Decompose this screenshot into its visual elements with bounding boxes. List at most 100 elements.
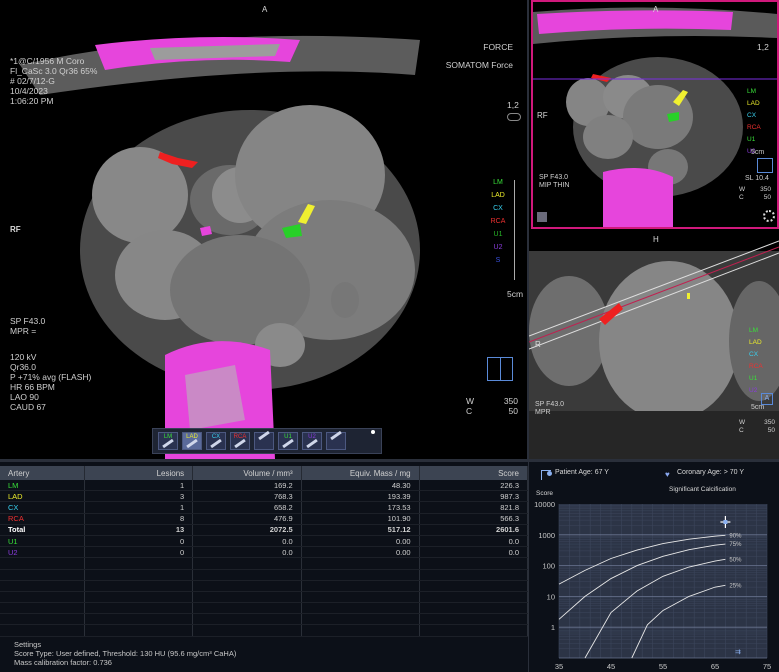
cell-volume: 2072.5 xyxy=(192,524,302,536)
cell-volume: 768.3 xyxy=(192,490,302,503)
lao-angle: LAO 90 xyxy=(10,392,39,402)
cell-volume xyxy=(192,580,302,592)
cell-mass: 193.39 xyxy=(301,490,420,503)
legend-u1: U1 xyxy=(493,231,503,238)
table-row[interactable]: CX 1 658.2 173.53 821.8 xyxy=(0,501,529,514)
cell-score: 566.3 xyxy=(419,513,529,525)
phase: P +71% avg (FLASH) xyxy=(10,372,92,382)
toolbar-button-label: RCA xyxy=(233,434,247,440)
table-row[interactable] xyxy=(0,557,529,570)
cell-mass xyxy=(301,569,420,581)
patient-info-overlay: *1@C/1956 M Coro Fl_CaSc 3.0 Qr36 65% # … xyxy=(10,56,97,106)
table-row[interactable] xyxy=(0,591,529,604)
table-row[interactable]: Total 13 2072.5 517.12 2601.6 xyxy=(0,524,529,536)
series-description: Fl_CaSc 3.0 Qr36 65% xyxy=(10,66,98,76)
cell-volume xyxy=(192,624,302,637)
toolbar-pin-icon[interactable] xyxy=(371,430,375,434)
tr-cube-icon[interactable] xyxy=(537,212,547,222)
y-tick-label: 1000 xyxy=(538,531,555,540)
reconstruction-type: MPR = xyxy=(10,326,37,336)
cell-mass: 48.30 xyxy=(301,480,420,492)
cell-score xyxy=(419,591,529,604)
cell-artery xyxy=(0,602,85,615)
orientation-top: A xyxy=(262,5,268,14)
toolbar-button-lm[interactable]: LM xyxy=(158,432,178,450)
table-row[interactable] xyxy=(0,624,529,637)
toolbar-button-tool-4[interactable] xyxy=(254,430,274,450)
col-volume[interactable]: Volume / mm³ xyxy=(192,466,302,480)
toolbar-button-tool-7[interactable] xyxy=(326,430,346,450)
orientation-cube-icon[interactable] xyxy=(487,357,513,381)
table-row[interactable] xyxy=(0,602,529,615)
tr-orientation-left: RF xyxy=(537,111,548,120)
window-level: W 350 C 50 xyxy=(466,396,518,416)
cell-lesions xyxy=(84,613,194,626)
toolbar-button-label: CX xyxy=(211,434,221,440)
table-row[interactable]: U2 0 0.0 0.00 0.0 xyxy=(0,546,529,559)
x-tick-label: 75 xyxy=(763,662,771,671)
toolbar-button-lad[interactable]: LAD xyxy=(182,432,202,450)
table-row[interactable] xyxy=(0,613,529,626)
toolbar-button-label: U1 xyxy=(284,434,292,440)
toolbar-button-rca[interactable]: RCA xyxy=(230,432,250,450)
table-row[interactable] xyxy=(0,580,529,592)
tr-recon-overlay: SP F43.0 MIP THIN xyxy=(539,174,570,189)
cell-mass xyxy=(301,613,420,626)
settings-title: Settings xyxy=(14,640,42,649)
cell-lesions xyxy=(84,557,194,570)
cell-score xyxy=(419,569,529,581)
pen-icon xyxy=(258,430,270,441)
col-lesions[interactable]: Lesions xyxy=(84,466,194,480)
percentile-label: 25% xyxy=(729,583,742,589)
top-right-viewport[interactable]: A RF 1,2 LM LAD CX RCA U1 U2 5cm SP F43.… xyxy=(531,0,779,229)
mid-right-viewport[interactable]: H R LM LAD CX RCA U1 U2 5cm A SP F43.0 M… xyxy=(529,231,779,459)
table-row[interactable] xyxy=(0,569,529,581)
mr-a-marker-button[interactable]: A xyxy=(761,393,773,405)
legend-cx: CX xyxy=(493,205,503,212)
legend-lad: LAD xyxy=(491,192,505,199)
cell-score: 0.0 xyxy=(419,535,529,548)
percentile-label: 50% xyxy=(729,557,742,563)
y-tick-label: 10 xyxy=(547,592,555,601)
cell-volume xyxy=(192,602,302,615)
kernel: Qr36.0 xyxy=(10,362,36,372)
toolbar-button-label: LAD xyxy=(186,434,198,440)
artery-toolbar: LM LAD CX RCA U1 U2 xyxy=(152,428,382,454)
toolbar-button-label: U2 xyxy=(308,434,316,440)
legend-lm: LM xyxy=(493,179,503,186)
cell-volume: 476.9 xyxy=(192,513,302,525)
cell-score xyxy=(419,580,529,592)
cell-volume: 169.2 xyxy=(192,480,302,492)
y-tick-label: 1 xyxy=(551,623,555,632)
link-icon[interactable] xyxy=(507,113,521,121)
cell-mass: 517.12 xyxy=(301,524,420,536)
cell-score xyxy=(419,624,529,637)
table-row[interactable]: U1 0 0.0 0.00 0.0 xyxy=(0,535,529,548)
cell-lesions: 8 xyxy=(84,513,194,525)
reconstruction-kernel: SP F43.0 xyxy=(10,316,46,326)
cell-lesions xyxy=(84,569,194,581)
y-tick-label: 100 xyxy=(542,562,555,571)
col-artery[interactable]: Artery xyxy=(0,466,85,480)
col-score[interactable]: Score xyxy=(419,466,529,480)
mr-recon-overlay: SP F43.0 MPR xyxy=(535,401,565,416)
toolbar-button-cx[interactable]: CX xyxy=(206,432,226,450)
cell-score: 987.3 xyxy=(419,490,529,503)
patient-marker xyxy=(723,520,728,525)
toolbar-button-u1[interactable]: U1 xyxy=(278,432,298,450)
table-row[interactable]: LAD 3 768.3 193.39 987.3 xyxy=(0,490,529,503)
cell-lesions: 1 xyxy=(84,501,194,514)
settings-mass-calibration: Mass calibration factor: 0.736 xyxy=(14,658,112,667)
toolbar-button-u2[interactable]: U2 xyxy=(302,432,322,450)
caud-angle: CAUD 67 xyxy=(10,402,46,412)
table-row[interactable]: RCA 8 476.9 101.90 566.3 xyxy=(0,513,529,525)
table-row[interactable]: LM 1 169.2 48.30 226.3 xyxy=(0,480,529,492)
main-viewport[interactable]: A RF *1@C/1956 M Coro Fl_CaSc 3.0 Qr36 6… xyxy=(0,0,527,459)
calcium-score-table: Artery Lesions Volume / mm³ Equiv. Mass … xyxy=(0,466,529,637)
tr-settings-icon[interactable] xyxy=(763,210,775,222)
col-mass[interactable]: Equiv. Mass / mg xyxy=(301,466,420,480)
toolbar-button-label: LM xyxy=(163,434,173,440)
tr-slice-thickness: SL 10.4 xyxy=(745,175,769,182)
tr-orientation-cube-icon[interactable] xyxy=(757,158,773,173)
mr-orientation-top: H xyxy=(653,235,659,244)
